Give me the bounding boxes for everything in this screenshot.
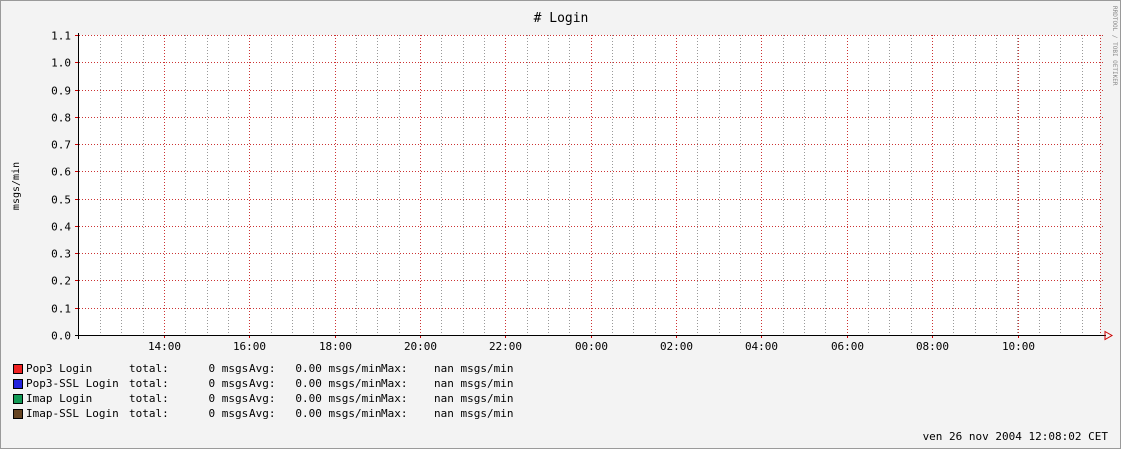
plot-area — [79, 35, 1100, 336]
legend-swatch — [13, 394, 23, 404]
y-axis-ticks: 0.0 0.1 0.2 0.3 0.4 0.5 0.6 0.7 0.8 0.9 1.0 1.1 — [51, 30, 79, 343]
rrdtool-credit: RRDTOOL / TOBI OETIKER — [1111, 6, 1118, 86]
graph-frame: 0.0 0.1 0.2 0.3 0.4 0.5 0.6 0.7 0.8 0.9 1.0 1.1 14:… — [0, 0, 1121, 449]
legend-total: total: 0 msgs — [129, 362, 249, 375]
x-axis-arrow — [1104, 330, 1114, 341]
y-tick-label: 0.3 — [51, 248, 71, 261]
x-tick-label: 08:00 — [916, 340, 949, 353]
legend-avg: Avg: 0.00 msgs/min — [249, 407, 382, 420]
y-tick-label: 0.8 — [51, 112, 71, 125]
y-tick-label: 1.0 — [51, 57, 71, 70]
legend-series-name: Pop3 Login — [26, 362, 93, 375]
legend-series-name: Pop3-SSL Login — [26, 377, 119, 390]
legend-total: total: 0 msgs — [129, 392, 249, 405]
legend-max: Max: nan msgs/min — [381, 392, 514, 405]
y-tick-label: 0.5 — [51, 194, 71, 207]
y-tick-label: 0.6 — [51, 166, 71, 179]
legend-total: total: 0 msgs — [129, 407, 249, 420]
legend-swatch — [13, 364, 23, 374]
legend-avg: Avg: 0.00 msgs/min — [249, 377, 382, 390]
legend-series-name: Imap-SSL Login — [26, 407, 119, 420]
timestamp: ven 26 nov 2004 12:08:02 CET — [922, 430, 1108, 443]
legend-total: total: 0 msgs — [129, 377, 249, 390]
y-tick-label: 0.9 — [51, 85, 71, 98]
x-tick-label: 20:00 — [404, 340, 437, 353]
x-tick-label: 22:00 — [489, 340, 522, 353]
legend-max: Max: nan msgs/min — [381, 377, 514, 390]
y-tick-label: 0.0 — [51, 330, 71, 343]
x-tick-label: 04:00 — [745, 340, 778, 353]
y-tick-label: 0.1 — [51, 303, 71, 316]
y-tick-label: 1.1 — [51, 30, 71, 43]
x-axis-ticks: 14:00 16:00 18:00 20:00 22:00 00:00 02:00 04:00… — [148, 335, 1035, 353]
legend-swatch — [13, 379, 23, 389]
x-tick-label: 10:00 — [1002, 340, 1035, 353]
x-tick-label: 18:00 — [319, 340, 352, 353]
y-tick-label: 0.7 — [51, 139, 71, 152]
chart-title: # Login — [534, 11, 589, 26]
legend-avg: Avg: 0.00 msgs/min — [249, 362, 382, 375]
y-axis-label: msgs/min — [11, 162, 22, 210]
legend-swatch — [13, 409, 23, 419]
x-tick-label: 00:00 — [575, 340, 608, 353]
legend-series-name: Imap Login — [26, 392, 93, 405]
x-tick-label: 16:00 — [233, 340, 266, 353]
legend-max: Max: nan msgs/min — [381, 407, 514, 420]
x-tick-label: 06:00 — [831, 340, 864, 353]
x-tick-label: 14:00 — [148, 340, 181, 353]
x-tick-label: 02:00 — [660, 340, 693, 353]
legend-avg: Avg: 0.00 msgs/min — [249, 392, 382, 405]
legend-max: Max: nan msgs/min — [381, 362, 514, 375]
y-tick-label: 0.4 — [51, 221, 71, 234]
y-tick-label: 0.2 — [51, 275, 71, 288]
